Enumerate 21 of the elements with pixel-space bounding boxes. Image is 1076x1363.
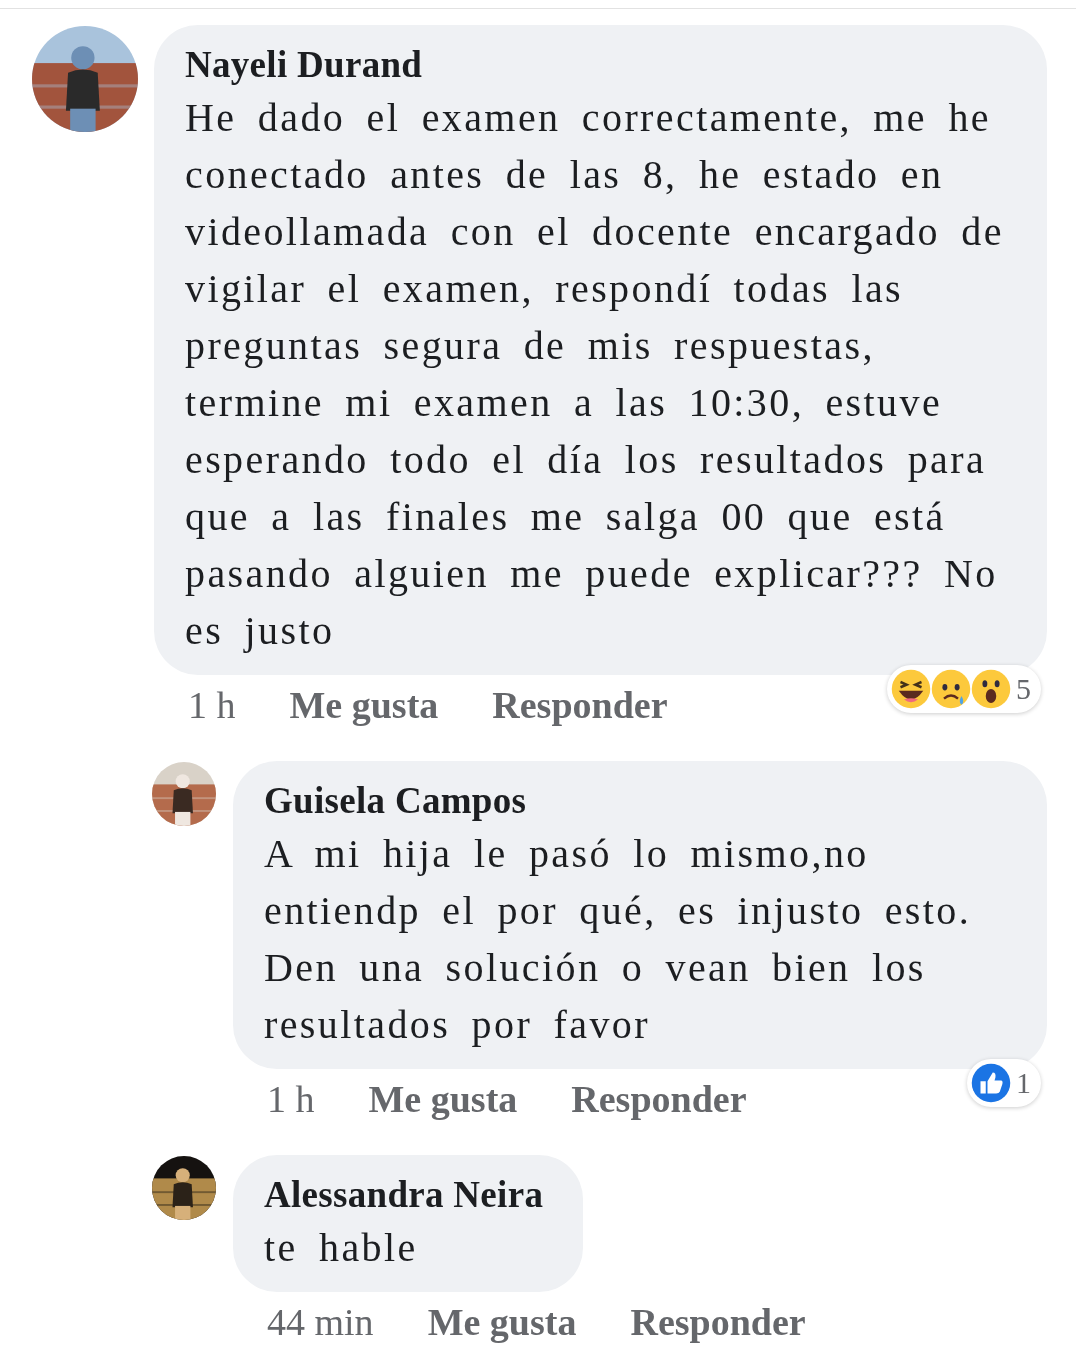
laughing-face-icon	[890, 668, 932, 710]
crying-face-icon	[930, 668, 972, 710]
timestamp[interactable]: 1 h	[267, 1077, 315, 1121]
author-name[interactable]: Alessandra Neira	[264, 1171, 544, 1219]
comment-text: He dado el examen correctamente, me he conectado antes de las 8, he estado en videollamada con el docente encargado de vigilar el examen, respondí todas las preguntas segura de mis respuestas, termine mi examen a las 10:30, estuve esperando todo el día los resultados para que a las finales me salga 00 que está pasando alguien me puede explicar??? No es justo	[185, 94, 1005, 655]
like-link[interactable]: Me gusta	[289, 683, 439, 727]
reaction-count-badge[interactable]: 1	[967, 1059, 1041, 1107]
reply-link[interactable]: Responder	[492, 683, 668, 727]
comment-text: te hable	[264, 1224, 419, 1272]
reply-link[interactable]: Responder	[571, 1077, 747, 1121]
like-link[interactable]: Me gusta	[368, 1077, 518, 1121]
reply-link[interactable]: Responder	[630, 1300, 806, 1344]
thumbs-up-icon	[970, 1062, 1012, 1104]
author-name[interactable]: Nayeli Durand	[185, 41, 1007, 89]
comment-text: A mi hija le pasó lo mismo,no entiendp el por qué, es injusto esto. Den una solución o vean bien los resultados por favor	[264, 830, 973, 1049]
timestamp[interactable]: 1 h	[188, 683, 236, 727]
surprised-face-icon	[970, 668, 1012, 710]
reaction-count-badge[interactable]: 5	[887, 665, 1041, 713]
author-name[interactable]: Guisela Campos	[264, 777, 1007, 825]
timestamp[interactable]: 44 min	[267, 1300, 374, 1344]
like-link[interactable]: Me gusta	[427, 1300, 577, 1344]
